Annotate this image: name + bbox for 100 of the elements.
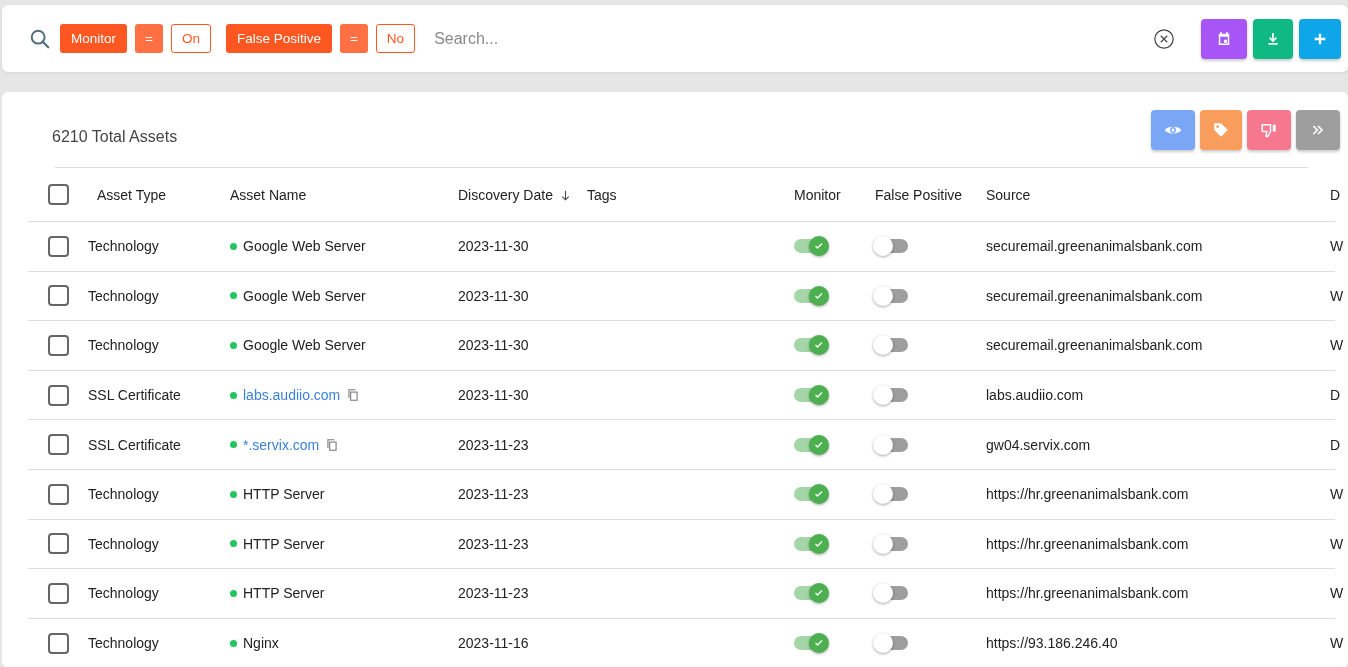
table-cell: Technology xyxy=(88,535,159,552)
status-dot-icon xyxy=(230,342,237,349)
column-header[interactable]: Discovery Date xyxy=(458,186,553,203)
toggle-switch[interactable] xyxy=(875,239,908,254)
row-checkbox[interactable] xyxy=(48,335,69,356)
row-checkbox[interactable] xyxy=(48,533,69,555)
row-checkbox[interactable] xyxy=(48,285,69,307)
table-cell: gw04.servix.com xyxy=(986,436,1091,453)
status-dot-icon xyxy=(230,441,237,449)
table-cell: HTTP Server xyxy=(243,585,325,602)
row-checkbox[interactable] xyxy=(48,483,69,505)
toggle-switch[interactable] xyxy=(794,239,827,254)
calendar-button[interactable] xyxy=(1201,18,1247,59)
toggle-switch[interactable] xyxy=(875,338,908,353)
table-cell: W xyxy=(1330,238,1344,255)
table-cell: 2023-11-23 xyxy=(458,436,529,453)
column-header[interactable]: Tags xyxy=(587,186,617,203)
row-checkbox[interactable] xyxy=(48,235,69,257)
toggle-switch[interactable] xyxy=(794,586,827,601)
table-cell: https://hr.greenanimalsbank.com xyxy=(986,535,1189,552)
row-checkbox[interactable] xyxy=(48,384,69,406)
select-all-checkbox[interactable] xyxy=(48,184,69,205)
table-cell: D xyxy=(1330,436,1341,453)
column-header[interactable]: Source xyxy=(986,186,1031,203)
table-cell: SSL Certificate xyxy=(88,436,181,453)
table-cell: securemail.greenanimalsbank.com xyxy=(986,287,1203,304)
table-cell: Google Web Server xyxy=(243,238,366,255)
tag-button[interactable] xyxy=(1200,110,1242,150)
toggle-switch[interactable] xyxy=(875,437,908,452)
toggle-switch[interactable] xyxy=(875,388,908,403)
table-cell: W xyxy=(1330,635,1344,652)
column-header[interactable]: Monitor xyxy=(794,186,841,203)
table-cell: 2023-11-23 xyxy=(458,535,529,552)
expand-button[interactable] xyxy=(1296,110,1340,150)
toggle-switch[interactable] xyxy=(794,288,827,303)
table-cell: Technology xyxy=(88,337,159,354)
status-dot-icon xyxy=(230,490,237,498)
table-cell: Technology xyxy=(88,486,159,503)
toggle-switch[interactable] xyxy=(794,437,827,452)
toggle-switch[interactable] xyxy=(875,636,908,651)
table-cell: Nginx xyxy=(243,635,279,652)
status-dot-icon xyxy=(230,589,237,597)
table-cell: Google Web Server xyxy=(243,287,366,304)
column-header[interactable]: Asset Type xyxy=(97,186,166,203)
toggle-switch[interactable] xyxy=(794,636,827,651)
table-cell: W xyxy=(1330,585,1344,602)
search-icon xyxy=(29,27,51,50)
close-icon xyxy=(1153,27,1175,50)
thumbs-down-button[interactable] xyxy=(1247,110,1291,150)
table-cell: 2023-11-30 xyxy=(458,337,529,354)
table-cell: https://hr.greenanimalsbank.com xyxy=(986,585,1189,602)
total-assets-count: 6210 Total Assets xyxy=(52,129,178,145)
add-button[interactable] xyxy=(1299,18,1341,59)
table-cell: HTTP Server xyxy=(243,535,325,552)
table-cell: HTTP Server xyxy=(243,486,325,503)
table-cell: 2023-11-23 xyxy=(458,486,529,503)
table-cell: 2023-11-23 xyxy=(458,585,529,602)
status-dot-icon xyxy=(230,639,237,647)
table-cell: 2023-11-30 xyxy=(458,387,529,404)
toggle-switch[interactable] xyxy=(794,487,827,502)
table-cell: Technology xyxy=(88,585,159,602)
view-button[interactable] xyxy=(1151,110,1195,150)
table-cell: Technology xyxy=(88,287,159,304)
toggle-switch[interactable] xyxy=(794,338,827,353)
toggle-switch[interactable] xyxy=(875,288,908,303)
row-checkbox[interactable] xyxy=(48,434,69,456)
toggle-switch[interactable] xyxy=(875,487,908,502)
toggle-switch[interactable] xyxy=(794,536,827,551)
clear-button[interactable] xyxy=(1153,27,1175,50)
row-checkbox[interactable] xyxy=(48,632,69,654)
status-dot-icon xyxy=(230,292,237,300)
toggle-switch[interactable] xyxy=(794,388,827,403)
table-cell: W xyxy=(1330,337,1344,354)
download-button[interactable] xyxy=(1253,18,1293,59)
thumbs-down-icon xyxy=(1260,121,1278,139)
table-cell: D xyxy=(1330,387,1341,404)
status-dot-icon xyxy=(230,242,237,250)
row-checkbox[interactable] xyxy=(48,582,69,604)
asset-link[interactable]: labs.audiio.com xyxy=(243,387,341,404)
tag-icon xyxy=(1212,121,1230,139)
table-cell: securemail.greenanimalsbank.com xyxy=(986,238,1203,255)
status-dot-icon xyxy=(230,540,237,548)
table-cell: Technology xyxy=(88,635,159,652)
column-header[interactable]: Asset Name xyxy=(230,186,307,203)
copy-icon xyxy=(346,388,361,403)
table-cell: 2023-11-30 xyxy=(458,287,529,304)
table-cell: https://93.186.246.40 xyxy=(986,635,1118,652)
table-cell: 2023-11-30 xyxy=(458,238,529,255)
column-header[interactable]: False Positive xyxy=(875,186,963,203)
status-dot-icon xyxy=(230,391,237,399)
toggle-switch[interactable] xyxy=(875,586,908,601)
table-cell: W xyxy=(1330,486,1344,503)
table-cell: labs.audiio.com xyxy=(986,387,1084,404)
table-cell: 2023-11-16 xyxy=(458,635,529,652)
column-header[interactable]: D xyxy=(1330,186,1341,203)
toggle-switch[interactable] xyxy=(875,536,908,551)
asset-link[interactable]: *.servix.com xyxy=(243,436,320,453)
table-cell: https://hr.greenanimalsbank.com xyxy=(986,486,1189,503)
table-cell: SSL Certificate xyxy=(88,387,181,404)
table-cell: Technology xyxy=(88,238,159,255)
